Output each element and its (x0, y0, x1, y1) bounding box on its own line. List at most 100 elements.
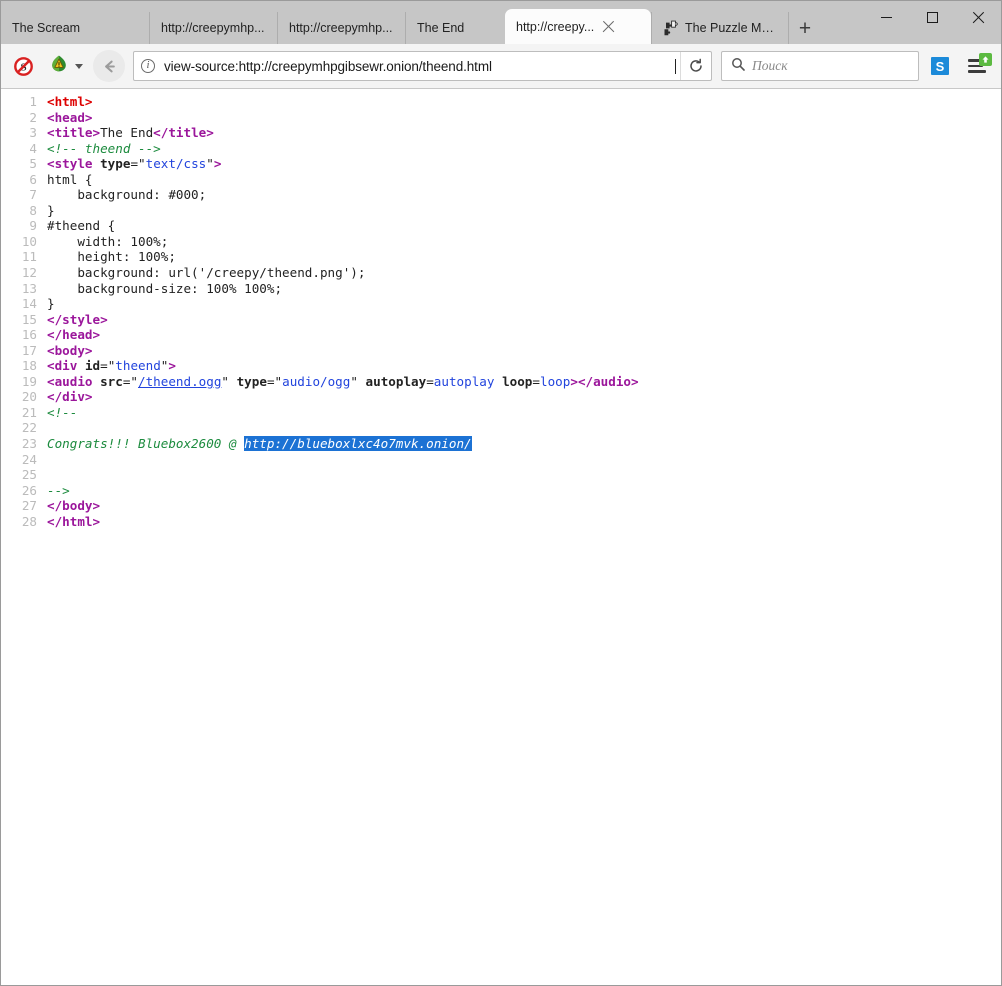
line-number: 27 (1, 498, 37, 514)
code-token-txt (494, 374, 502, 389)
line-number: 13 (1, 281, 37, 297)
code-token-txt: html { (47, 172, 93, 187)
source-line: 9 #theend { (1, 218, 1001, 234)
address-bar-text[interactable]: view-source:http://creepymhpgibsewr.onio… (162, 59, 675, 74)
code-token-val: autoplay (434, 374, 495, 389)
source-line: 27</body> (1, 498, 1001, 514)
onion-addon-button[interactable] (45, 52, 73, 80)
source-line: 24 (1, 452, 1001, 468)
browser-tab[interactable]: http://creepymhp... (277, 12, 405, 44)
source-line: 15 </style> (1, 312, 1001, 328)
code-token-val: theend (115, 358, 161, 373)
code-token-cmt: <!-- (47, 405, 77, 420)
source-line: 21<!-- (1, 405, 1001, 421)
browser-tab[interactable]: http://creepymhp... (149, 12, 277, 44)
browser-tab[interactable]: http://creepy... (505, 9, 651, 44)
maximize-button[interactable] (909, 1, 955, 33)
line-number: 2 (1, 110, 37, 126)
puzzle-favicon-icon (663, 20, 679, 36)
code-token-txt: background-size: 100% 100%; (47, 281, 282, 296)
code-token-attr: type (100, 156, 130, 171)
source-line: 13 background-size: 100% 100%; (1, 281, 1001, 297)
line-number: 25 (1, 467, 37, 483)
code-token-link[interactable]: /theend.ogg (138, 374, 221, 389)
address-bar[interactable]: i view-source:http://creepymhpgibsewr.on… (133, 51, 712, 81)
new-tab-button[interactable]: + (788, 12, 821, 44)
code-token-txt: #theend { (47, 218, 115, 233)
code-token-tag: <div (47, 358, 77, 373)
tab-label: http://creepy... (516, 20, 594, 34)
search-input-placeholder[interactable]: Поиск (752, 58, 788, 74)
line-number: 15 (1, 312, 37, 328)
line-number: 9 (1, 218, 37, 234)
arrow-up-icon (981, 55, 990, 64)
noscript-button[interactable]: S (9, 52, 37, 80)
code-token-txt: =" (130, 156, 145, 171)
line-number: 11 (1, 249, 37, 265)
back-arrow-icon (101, 58, 118, 75)
code-token-txt: } (47, 203, 55, 218)
extension-button[interactable]: S (925, 51, 955, 81)
line-number: 3 (1, 125, 37, 141)
code-token-txt: =" (100, 358, 115, 373)
code-token-tag: <audio (47, 374, 93, 389)
source-line: 7 background: #000; (1, 187, 1001, 203)
source-line: 11 height: 100%; (1, 249, 1001, 265)
line-number: 10 (1, 234, 37, 250)
code-token-tag: > (168, 358, 176, 373)
tab-label: The Scream (12, 21, 80, 35)
code-token-val: text/css (146, 156, 207, 171)
browser-tab[interactable]: The Puzzle Ma... (651, 12, 787, 44)
search-bar[interactable]: Поиск (721, 51, 919, 81)
code-token-cmt: --> (47, 483, 70, 498)
code-token-txt: =" (123, 374, 138, 389)
code-token-attr: type (237, 374, 267, 389)
source-code-listing: 1<html>2<head>3<title>The End</title>4<!… (1, 94, 1001, 529)
line-number: 18 (1, 358, 37, 374)
code-token-tag: </style> (47, 312, 108, 327)
code-token-tag: </head> (47, 327, 100, 342)
browser-tab[interactable]: The Scream (1, 12, 149, 44)
app-menu-button[interactable] (961, 51, 993, 81)
tab-label: The End (417, 21, 464, 35)
line-number: 7 (1, 187, 37, 203)
view-source-content[interactable]: 1<html>2<head>3<title>The End</title>4<!… (1, 89, 1001, 985)
source-line: 26--> (1, 483, 1001, 499)
code-token-tag: > (214, 156, 222, 171)
line-number: 16 (1, 327, 37, 343)
site-identity-button[interactable]: i (134, 52, 162, 80)
line-number: 5 (1, 156, 37, 172)
code-token-cmt: <!-- theend --> (47, 141, 161, 156)
source-line: 16 </head> (1, 327, 1001, 343)
noscript-blocked-icon: S (14, 57, 33, 76)
code-token-txt: =" (267, 374, 282, 389)
back-button[interactable] (93, 50, 125, 82)
source-line: 1<html> (1, 94, 1001, 110)
minimize-button[interactable] (863, 1, 909, 33)
source-line: 22 (1, 420, 1001, 436)
source-line: 10 width: 100%; (1, 234, 1001, 250)
source-line: 25 (1, 467, 1001, 483)
line-number: 17 (1, 343, 37, 359)
line-number: 19 (1, 374, 37, 390)
code-token-txt: The End (100, 125, 153, 140)
code-token-tag: <head> (47, 110, 93, 125)
tab-list: The Screamhttp://creepymhp...http://cree… (1, 1, 1001, 44)
browser-tab[interactable]: The End (405, 12, 505, 44)
chevron-down-icon[interactable] (75, 64, 83, 69)
close-window-button[interactable] (955, 1, 1001, 33)
line-number: 6 (1, 172, 37, 188)
source-line: 6 html { (1, 172, 1001, 188)
line-number: 8 (1, 203, 37, 219)
line-number: 1 (1, 94, 37, 110)
source-line: 17<body> (1, 343, 1001, 359)
code-token-txt: " (206, 156, 214, 171)
source-line: 4<!-- theend --> (1, 141, 1001, 157)
window-controls (863, 1, 1001, 33)
code-token-tag: > (570, 374, 578, 389)
line-number: 20 (1, 389, 37, 405)
reload-button[interactable] (680, 52, 711, 80)
code-token-tag: </title> (153, 125, 214, 140)
code-token-sel: http://blueboxlxc4o7mvk.onion/ (244, 436, 471, 451)
tab-close-icon[interactable] (600, 18, 617, 35)
